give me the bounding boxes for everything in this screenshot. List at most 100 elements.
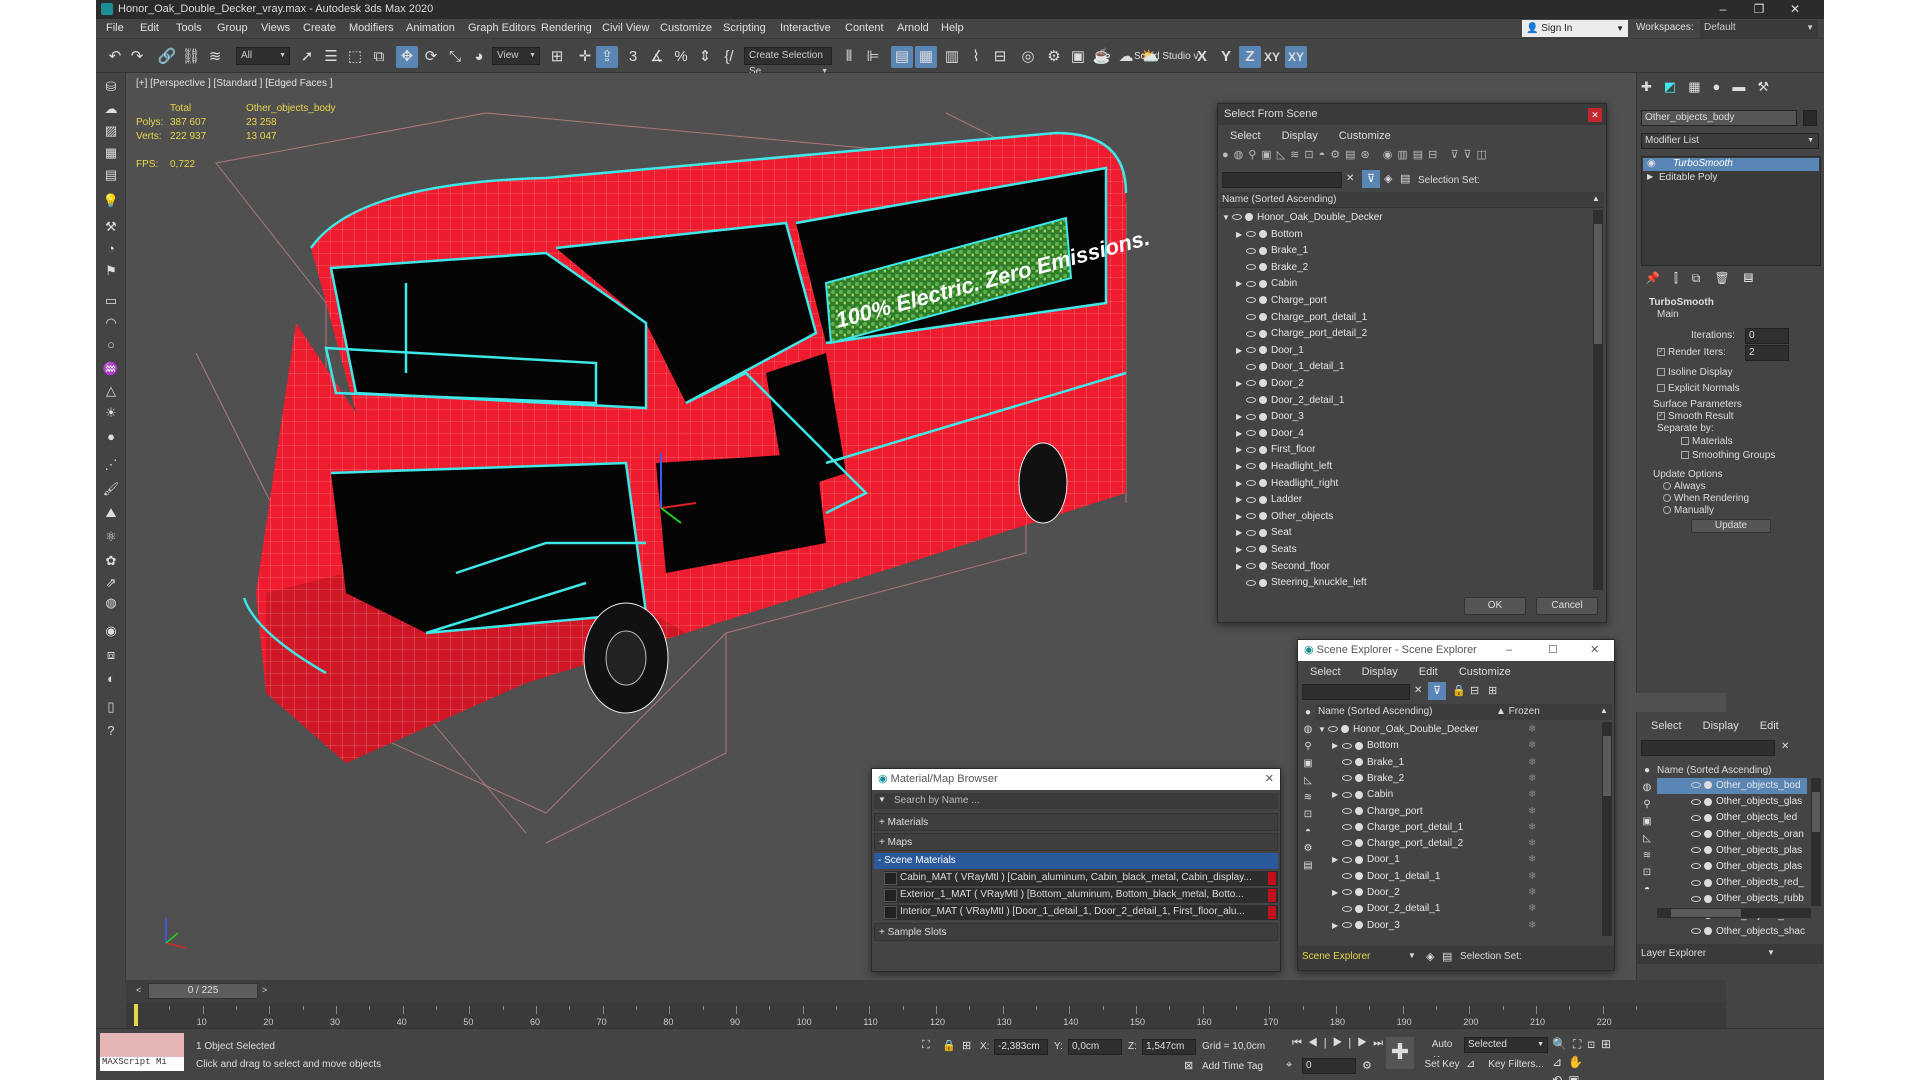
update-button[interactable]: Update [1691, 519, 1771, 533]
axis-xy-cycle-icon[interactable]: XY [1285, 46, 1307, 68]
teapot-icon[interactable]: ◔ [100, 239, 122, 259]
menu-group[interactable]: Group [217, 22, 248, 34]
filter-active-icon[interactable]: ⊽ [1362, 170, 1380, 188]
visibility-eye-icon[interactable] [1246, 479, 1256, 486]
smoothing-groups-checkbox[interactable]: Smoothing Groups [1681, 450, 1775, 461]
light-filter-icon[interactable]: ⚲ [1300, 738, 1316, 755]
zoom-all-icon[interactable]: ⛶ [1573, 1037, 1587, 1051]
material-item[interactable]: Cabin_MAT ( VRayMtl ) [Cabin_aluminum, C… [884, 871, 1278, 886]
menu-tools[interactable]: Tools [176, 22, 202, 34]
workspace-select[interactable]: Default ▼ [1700, 20, 1818, 38]
axis-z-icon[interactable]: Z [1239, 46, 1261, 68]
create-tab-icon[interactable]: ✚ [1641, 79, 1664, 94]
camera-icon[interactable]: ⚑ [100, 261, 122, 281]
menu-rendering[interactable]: Rendering [541, 22, 592, 34]
layer-list-item[interactable]: Other_objects_bod [1657, 778, 1807, 794]
shape-filter-icon[interactable]: ◍ [1639, 779, 1655, 796]
material-item[interactable]: Interior_MAT ( VRayMtl ) [Door_1_detail_… [884, 905, 1278, 920]
cloud-icon[interactable]: ☁ [100, 99, 122, 119]
expand-icon[interactable]: ▶ [1332, 787, 1342, 803]
display-tab-icon[interactable]: ▬ [1732, 79, 1757, 94]
se-menu-select[interactable]: Select [1310, 666, 1341, 678]
maxscript-input[interactable]: MAXScript Mi [100, 1057, 184, 1071]
ok-button[interactable]: OK [1464, 597, 1526, 615]
maps-section[interactable]: + Maps [874, 833, 1278, 851]
zoom-icon[interactable]: 🔍 [1552, 1037, 1573, 1051]
clip-icon[interactable]: ⧈ [100, 645, 122, 665]
dome-icon[interactable]: ◠ [100, 313, 122, 333]
curve-editor-icon[interactable]: ⌇ [965, 46, 987, 68]
visibility-eye-icon[interactable] [1342, 856, 1352, 863]
layer-scrollbar[interactable] [1811, 778, 1821, 906]
scene-materials-section[interactable]: - Scene Materials [874, 853, 1278, 869]
helper-filter-icon[interactable]: ◺ [1639, 830, 1655, 847]
materials-checkbox[interactable]: Materials [1681, 436, 1733, 447]
ball-icon[interactable]: ● [100, 427, 122, 447]
visibility-eye-icon[interactable] [1691, 879, 1701, 886]
zoom-extents-all-icon[interactable]: ⊞ [1601, 1037, 1617, 1051]
render-iters-checkbox[interactable]: ✓ Render Iters: [1657, 347, 1726, 358]
frozen-toggle-icon[interactable]: ❄ [1528, 836, 1536, 852]
menu-arnold[interactable]: Arnold [897, 22, 929, 34]
expand-icon[interactable]: ▶ [1236, 509, 1246, 525]
unlink-icon[interactable]: ⛓ [180, 46, 202, 68]
visibility-eye-icon[interactable] [1342, 807, 1352, 814]
visibility-eye-icon[interactable] [1246, 413, 1256, 420]
shape-filter-icon[interactable]: ◍ [1300, 721, 1316, 738]
visibility-eye-icon[interactable] [1246, 363, 1256, 370]
next-frame-icon[interactable]: |▶ [1348, 1037, 1373, 1049]
create-geometry-icon[interactable]: ⛁ [100, 77, 122, 97]
menu-customize[interactable]: Customize [660, 22, 712, 34]
se-menu-customize[interactable]: Customize [1459, 666, 1511, 678]
visibility-eye-icon[interactable] [1246, 513, 1256, 520]
absolute-mode-icon[interactable]: ⊞ [962, 1039, 971, 1052]
sphere-icon[interactable]: ○ [100, 335, 122, 355]
image-icon[interactable]: ▨ [100, 121, 122, 141]
clear-search-icon[interactable]: ✕ [1346, 173, 1354, 184]
select-by-name-icon[interactable]: ☰ [320, 46, 342, 68]
previous-frame-icon[interactable]: ◀| [1308, 1037, 1333, 1049]
visibility-eye-icon[interactable] [1691, 814, 1701, 821]
tree-row[interactable]: ▶ Bottom ❄ [1318, 738, 1536, 754]
selection-filter-select[interactable]: All ▼ [236, 47, 290, 65]
lock-icon[interactable]: 🔒 [1452, 684, 1466, 697]
sun-icon[interactable]: ☀ [100, 403, 122, 423]
visibility-eye-icon[interactable] [1246, 396, 1256, 403]
cancel-button[interactable]: Cancel [1536, 597, 1598, 615]
tree-row[interactable]: Charge_port [1222, 293, 1327, 309]
frozen-toggle-icon[interactable]: ❄ [1528, 901, 1536, 917]
pivot-point-icon[interactable]: ⊞ [546, 46, 568, 68]
layer-list-item[interactable]: Other_objects_glas [1657, 794, 1802, 810]
redo-icon[interactable]: ↷ [126, 46, 148, 68]
layer-list-item[interactable]: Other_objects_shac [1657, 924, 1805, 938]
axis-x-icon[interactable]: X [1191, 46, 1213, 68]
grid-icon[interactable]: ▦ [100, 143, 122, 163]
sign-in-button[interactable]: 👤 Sign In ▼ [1522, 20, 1628, 37]
tree-row[interactable]: Charge_port_detail_1 ❄ [1318, 820, 1536, 836]
brush-icon[interactable]: 🖌 [100, 479, 122, 499]
chevron-down-icon[interactable]: ▼ [1767, 948, 1775, 957]
menu-content[interactable]: Content [845, 22, 884, 34]
tree-row[interactable]: ▶ Second_floor [1222, 559, 1330, 575]
tree-row[interactable]: ▶ Cabin [1222, 276, 1297, 292]
add-time-tag[interactable]: Add Time Tag [1202, 1061, 1263, 1072]
tree-row[interactable]: ▶ Headlight_left [1222, 459, 1332, 475]
key-filters-button[interactable]: Key Filters... [1484, 1057, 1548, 1075]
camera-filter-icon[interactable]: ▣ [1639, 813, 1655, 830]
always-radio[interactable]: Always [1663, 481, 1706, 492]
minimize-icon[interactable]: – [1706, 0, 1740, 19]
spacewarp-filter-icon[interactable]: ≋ [1300, 789, 1316, 806]
zoom-extents-icon[interactable]: ⊡ [1587, 1037, 1601, 1051]
expand-icon[interactable]: ▶ [1332, 852, 1342, 868]
sfs-column-header[interactable]: Name (Sorted Ascending) ▲ [1220, 192, 1604, 208]
filter-geometry-icon[interactable]: ●◍⚲▣◺≋⊡◓⚙▤⊛ [1222, 149, 1375, 161]
visibility-eye-icon[interactable] [1691, 863, 1701, 870]
material-item[interactable]: Exterior_1_MAT ( VRayMtl ) [Bottom_alumi… [884, 888, 1278, 903]
menu-modifiers[interactable]: Modifiers [349, 22, 394, 34]
layer-list-item[interactable]: Other_objects_plas [1657, 843, 1802, 859]
expand-icon[interactable]: ▶ [1236, 525, 1246, 541]
menu-graph-editors[interactable]: Graph Editors [468, 22, 536, 34]
visibility-eye-icon[interactable] [1246, 546, 1256, 553]
eye-icon[interactable]: ◉ [1647, 158, 1656, 169]
tree-row[interactable]: Door_1_detail_1 ❄ [1318, 869, 1536, 885]
